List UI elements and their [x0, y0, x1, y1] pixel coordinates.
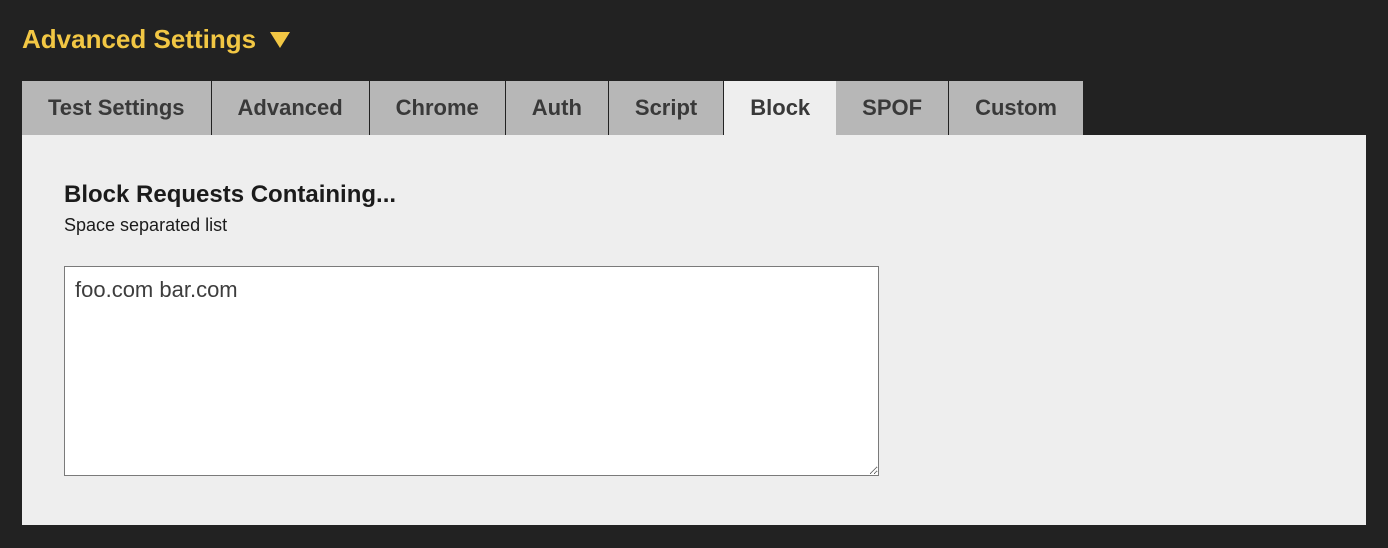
tab-auth[interactable]: Auth — [506, 81, 609, 135]
tab-chrome[interactable]: Chrome — [370, 81, 506, 135]
section-title: Advanced Settings — [22, 24, 256, 55]
panel-subtext: Space separated list — [64, 215, 1324, 236]
advanced-settings-header[interactable]: Advanced Settings — [22, 24, 1366, 55]
tab-custom[interactable]: Custom — [949, 81, 1083, 135]
panel-heading: Block Requests Containing... — [64, 181, 1324, 209]
tab-block[interactable]: Block — [724, 81, 836, 135]
tab-script[interactable]: Script — [609, 81, 724, 135]
tab-spof[interactable]: SPOF — [836, 81, 949, 135]
tabs-bar: Test Settings Advanced Chrome Auth Scrip… — [22, 81, 1366, 135]
tab-advanced[interactable]: Advanced — [212, 81, 370, 135]
block-panel: Block Requests Containing... Space separ… — [22, 135, 1366, 525]
chevron-down-icon — [270, 32, 290, 48]
tab-test-settings[interactable]: Test Settings — [22, 81, 212, 135]
block-list-input[interactable] — [64, 266, 879, 476]
